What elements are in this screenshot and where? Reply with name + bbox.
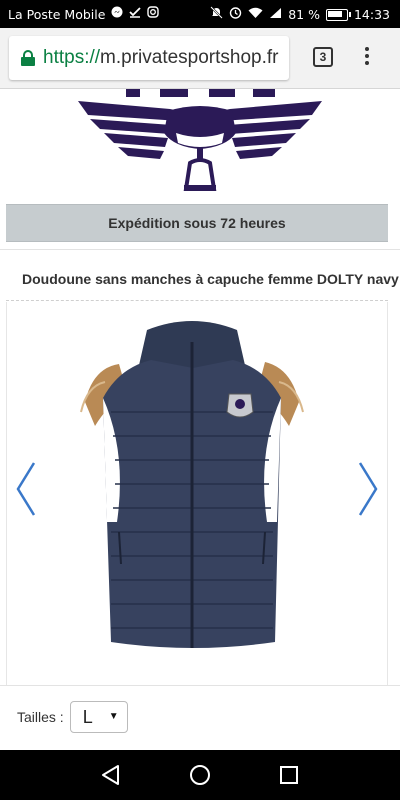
lock-icon [21,50,35,66]
signal-icon [269,7,282,23]
size-selector-row: Tailles : L ▼ [17,701,128,733]
mute-icon [210,6,223,23]
size-label: Tailles : [17,709,64,725]
product-title: Doudoune sans manches à capuche femme DO… [22,271,399,287]
home-icon[interactable] [188,763,212,787]
url-scheme: https:// [43,47,101,68]
size-dropdown[interactable]: L ▼ [69,701,128,733]
divider [0,685,400,686]
browser-toolbar: https://m.privatesportshop.fr 3 [0,28,400,89]
clock: 14:33 [353,7,390,22]
carrier-name: La Poste Mobile [8,6,106,22]
product-image[interactable] [7,302,387,685]
url-text[interactable]: https://m.privatesportshop.fr [43,47,279,69]
dropdown-caret-icon: ▼ [108,711,119,722]
size-selected-value: L [82,707,93,727]
check-icon [129,6,142,22]
tab-switcher-button[interactable]: 3 [313,47,333,67]
instagram-icon [147,6,160,22]
shipping-banner: Expédition sous 72 heures [6,204,388,242]
product-gallery [6,302,388,685]
battery-percent: 81 % [288,7,320,22]
system-nav-bar [0,750,400,800]
battery-icon [325,8,351,21]
wifi-icon [248,7,263,23]
back-icon[interactable] [99,763,123,787]
url-host: m.privatesportshop.fr [100,47,279,68]
previous-image-arrow-icon[interactable] [14,459,38,519]
overflow-menu-icon[interactable] [362,44,372,70]
divider [0,249,400,250]
status-bar: La Poste Mobile 81 % 14:33 [0,0,400,28]
next-image-arrow-icon[interactable] [356,459,380,519]
address-bar[interactable]: https://m.privatesportshop.fr [9,36,289,80]
brand-logo [0,89,400,201]
alarm-icon [229,6,242,23]
title-divider [6,300,388,301]
web-page: Expédition sous 72 heures Doudoune sans … [0,89,400,750]
messenger-icon [111,6,123,22]
recents-icon[interactable] [277,763,301,787]
